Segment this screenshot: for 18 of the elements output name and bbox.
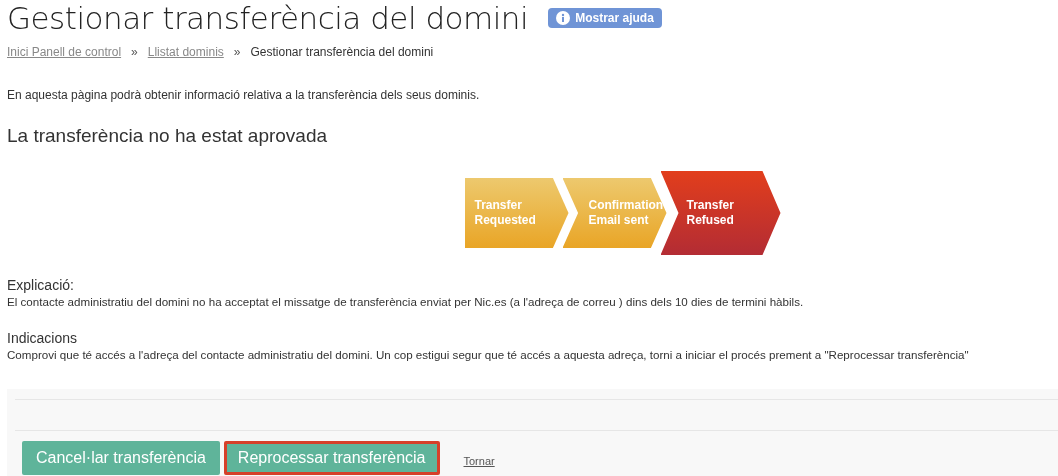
breadcrumb-separator: » [131,45,138,59]
info-icon [556,11,571,25]
breadcrumb-current: Gestionar transferència del domini [250,45,434,59]
action-button[interactable]: Cancel·lar transferència [22,441,220,475]
section-heading: Indicacions [7,330,79,346]
page-title: Gestionar transferència del domini [7,0,529,36]
back-link[interactable]: Tornar [463,455,495,467]
section-text: El contacte administratiu del domini no ha acceptat el missatge de transferència enviat per Nic.es (a l'adreça de correu ) dins dels 10 dies de termini hàbils. [7,295,805,308]
section-text: Comprovi que té accés a l'adreça del contacte administratiu del domini. Un cop estigui segur que té accés a aquesta adreça, torni a iniciar el procés prement a "Reprocessar transferència" [7,348,970,361]
breadcrumb-link[interactable]: Llistat dominis [147,45,224,59]
breadcrumb-link[interactable]: Inici Panell de control [7,45,122,59]
action-button[interactable]: Reprocessar transferència [223,441,440,475]
section-heading: Explicació: [7,277,75,293]
intro-text: En aquesta pàgina podrà obtenir informació relativa a la transferència dels seus dominis. [7,88,481,102]
progress-step: Transfer Requested [464,178,569,248]
help-button[interactable]: Mostrar ajuda [548,8,662,28]
status-heading: La transferència no ha estat aprovada [7,125,329,147]
breadcrumb-separator: » [233,45,241,59]
